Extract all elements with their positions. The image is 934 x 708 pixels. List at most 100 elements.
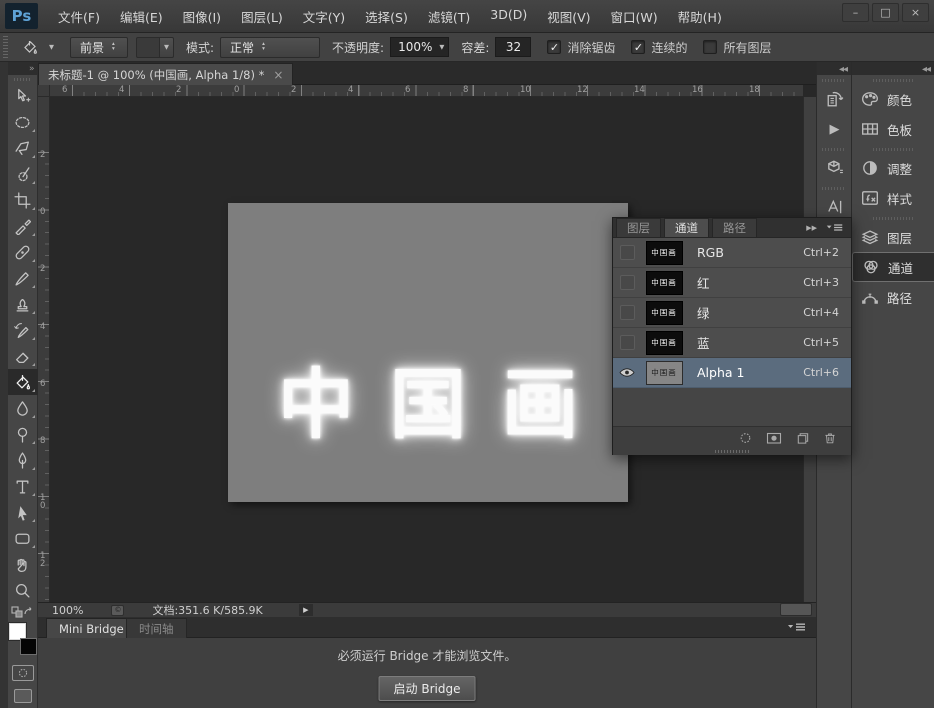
visibility-toggle[interactable] bbox=[613, 305, 641, 320]
document-close-icon[interactable]: × bbox=[273, 68, 283, 82]
visibility-toggle[interactable] bbox=[613, 335, 641, 350]
zoom-tool[interactable] bbox=[8, 577, 38, 603]
dock-grip[interactable] bbox=[873, 148, 913, 151]
visibility-toggle[interactable] bbox=[613, 275, 641, 290]
actions-panel-button[interactable]: ▶ bbox=[817, 114, 852, 144]
channel-row-alpha1[interactable]: 中国画 Alpha 1 Ctrl+6 bbox=[613, 358, 851, 388]
quick-mask-button[interactable] bbox=[12, 665, 34, 681]
channel-row-rgb[interactable]: 中国画 RGB Ctrl+2 bbox=[613, 238, 851, 268]
visibility-toggle[interactable] bbox=[613, 367, 641, 378]
panel-button-color[interactable]: 颜色 bbox=[852, 84, 934, 114]
dock-grip[interactable] bbox=[873, 217, 913, 220]
quick-selection-tool[interactable] bbox=[8, 161, 38, 187]
tab-mini-bridge[interactable]: Mini Bridge bbox=[46, 618, 137, 638]
path-selection-tool[interactable] bbox=[8, 499, 38, 525]
3d-panel-button[interactable] bbox=[817, 153, 852, 183]
dock-grip[interactable] bbox=[822, 187, 846, 190]
screen-mode-button[interactable] bbox=[14, 689, 32, 703]
menu-item-image[interactable]: 图像(I) bbox=[173, 3, 231, 30]
dock-grip[interactable] bbox=[873, 79, 913, 82]
pen-tool[interactable] bbox=[8, 447, 38, 473]
tool-preset-picker[interactable]: ▼ bbox=[14, 37, 60, 57]
panel-button-styles[interactable]: 样式 bbox=[852, 183, 934, 213]
panel-button-swatches[interactable]: 色板 bbox=[852, 114, 934, 144]
panel-button-paths[interactable]: 路径 bbox=[852, 282, 934, 312]
launch-bridge-button[interactable]: 启动 Bridge bbox=[379, 676, 476, 701]
dodge-tool[interactable] bbox=[8, 421, 38, 447]
type-tool[interactable] bbox=[8, 473, 38, 499]
channel-row-blue[interactable]: 中国画 蓝 Ctrl+5 bbox=[613, 328, 851, 358]
toolbar-collapse-button[interactable]: » bbox=[8, 62, 38, 75]
close-button[interactable]: × bbox=[902, 3, 929, 22]
opacity-select[interactable]: 100% ▼ bbox=[390, 37, 449, 57]
anti-alias-checkbox[interactable]: ✓ bbox=[547, 40, 561, 54]
contiguous-checkbox[interactable]: ✓ bbox=[631, 40, 645, 54]
menu-item-help[interactable]: 帮助(H) bbox=[668, 3, 732, 30]
history-panel-button[interactable] bbox=[817, 84, 852, 114]
eraser-tool[interactable] bbox=[8, 343, 38, 369]
load-selection-icon[interactable] bbox=[738, 431, 753, 445]
status-flyout-icon[interactable]: ▶ bbox=[299, 604, 313, 616]
menu-item-type[interactable]: 文字(Y) bbox=[293, 3, 355, 30]
minimize-button[interactable]: – bbox=[842, 3, 869, 22]
channel-row-red[interactable]: 中国画 红 Ctrl+3 bbox=[613, 268, 851, 298]
maximize-button[interactable]: □ bbox=[872, 3, 899, 22]
paint-bucket-tool[interactable] bbox=[8, 369, 38, 395]
menu-item-3d[interactable]: 3D(D) bbox=[480, 3, 537, 30]
zoom-level-field[interactable]: 100% bbox=[52, 604, 83, 617]
tab-paths[interactable]: 路径 bbox=[712, 218, 757, 237]
menu-item-select[interactable]: 选择(S) bbox=[355, 3, 418, 30]
fill-source-select[interactable]: 前景 ▴▾ bbox=[70, 37, 128, 58]
tab-channels[interactable]: 通道 bbox=[664, 218, 709, 237]
tolerance-input[interactable]: 32 bbox=[495, 37, 531, 57]
scrollbar-corner[interactable] bbox=[780, 603, 812, 616]
polygonal-lasso-tool[interactable] bbox=[8, 135, 38, 161]
anti-alias-option[interactable]: ✓ 消除锯齿 bbox=[547, 39, 615, 56]
canvas[interactable]: 中国画 bbox=[228, 203, 628, 502]
spot-healing-brush-tool[interactable] bbox=[8, 239, 38, 265]
crop-tool[interactable] bbox=[8, 187, 38, 213]
channel-row-green[interactable]: 中国画 绿 Ctrl+4 bbox=[613, 298, 851, 328]
mode-select[interactable]: 正常 ▴▾ bbox=[220, 37, 320, 58]
menu-item-edit[interactable]: 编辑(E) bbox=[110, 3, 173, 30]
dock-collapse-button[interactable]: ◀◀ bbox=[817, 62, 851, 75]
blur-tool[interactable] bbox=[8, 395, 38, 421]
panel-menu-icon[interactable] bbox=[786, 621, 808, 633]
panel-button-layers[interactable]: 图层 bbox=[852, 222, 934, 252]
hand-tool[interactable] bbox=[8, 551, 38, 577]
clone-stamp-tool[interactable] bbox=[8, 291, 38, 317]
all-layers-option[interactable]: 所有图层 bbox=[703, 39, 771, 56]
dock-collapse-button[interactable]: ◀◀ bbox=[852, 62, 934, 75]
options-bar-grip[interactable] bbox=[3, 36, 8, 58]
default-colors-icon[interactable] bbox=[11, 606, 23, 618]
background-color-swatch[interactable] bbox=[20, 638, 37, 655]
save-as-mask-icon[interactable] bbox=[766, 431, 782, 445]
visibility-toggle[interactable] bbox=[613, 245, 641, 260]
menu-item-filter[interactable]: 滤镜(T) bbox=[418, 3, 480, 30]
panel-resize-grip[interactable] bbox=[613, 448, 851, 455]
new-channel-icon[interactable] bbox=[795, 431, 810, 445]
pattern-picker[interactable]: ▼ bbox=[136, 37, 174, 58]
shape-tool[interactable] bbox=[8, 525, 38, 551]
menu-item-window[interactable]: 窗口(W) bbox=[601, 3, 668, 30]
panel-overflow-icon[interactable]: ▶▶ bbox=[806, 224, 817, 232]
swap-colors-icon[interactable] bbox=[23, 606, 35, 618]
status-badge-icon[interactable]: © bbox=[111, 605, 124, 616]
move-tool[interactable] bbox=[8, 83, 38, 109]
history-brush-tool[interactable] bbox=[8, 317, 38, 343]
menu-item-view[interactable]: 视图(V) bbox=[537, 3, 600, 30]
brush-tool[interactable] bbox=[8, 265, 38, 291]
panel-button-channels[interactable]: 通道 bbox=[852, 252, 934, 282]
dock-grip[interactable] bbox=[822, 148, 846, 151]
all-layers-checkbox[interactable] bbox=[703, 40, 717, 54]
panel-menu-icon[interactable] bbox=[825, 222, 845, 233]
eyedropper-tool[interactable] bbox=[8, 213, 38, 239]
tab-timeline[interactable]: 时间轴 bbox=[126, 618, 187, 638]
dock-grip[interactable] bbox=[822, 79, 846, 82]
delete-channel-icon[interactable] bbox=[823, 431, 837, 445]
panel-button-adjustments[interactable]: 调整 bbox=[852, 153, 934, 183]
document-tab[interactable]: 未标题-1 @ 100% (中国画, Alpha 1/8) * × bbox=[38, 63, 293, 85]
elliptical-marquee-tool[interactable] bbox=[8, 109, 38, 135]
menu-item-file[interactable]: 文件(F) bbox=[48, 3, 110, 30]
tab-layers[interactable]: 图层 bbox=[616, 218, 661, 237]
